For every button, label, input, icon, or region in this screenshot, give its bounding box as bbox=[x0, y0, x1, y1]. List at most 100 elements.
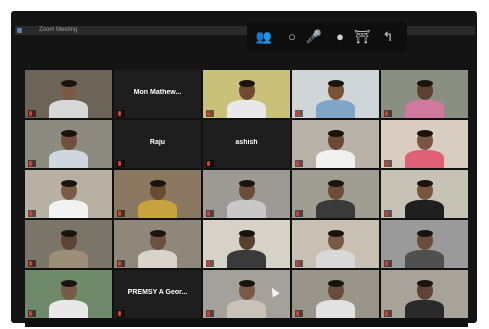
participant-body bbox=[49, 199, 88, 218]
monitor-photo: Zoom Meeting 👥 ○ 🎤 ● ⛩ ↰ Mon Mathew... Raju ash… bbox=[0, 0, 489, 329]
participant-name: Raju bbox=[149, 139, 166, 146]
muted-mic-icon bbox=[296, 261, 299, 266]
participant-tile[interactable]: Raju bbox=[114, 120, 201, 168]
muted-mic-icon bbox=[29, 211, 32, 216]
muted-mic-icon bbox=[118, 311, 121, 316]
record-icon[interactable]: ○ bbox=[281, 28, 303, 46]
participant-tile[interactable]: Mon Mathew... bbox=[114, 70, 201, 118]
muted-mic-icon bbox=[207, 211, 210, 216]
participant-hair bbox=[60, 179, 77, 187]
muted-mic-icon bbox=[296, 161, 299, 166]
muted-mic-icon bbox=[296, 111, 299, 116]
name-label bbox=[384, 110, 392, 117]
participant-hair bbox=[60, 129, 77, 137]
name-label bbox=[28, 260, 36, 267]
participant-tile[interactable] bbox=[381, 270, 468, 318]
participant-body bbox=[227, 199, 266, 218]
window-title: Zoom Meeting bbox=[39, 27, 78, 33]
participant-tile[interactable] bbox=[203, 220, 290, 268]
participant-tile[interactable] bbox=[203, 70, 290, 118]
participant-body bbox=[227, 299, 266, 318]
participant-body bbox=[49, 99, 88, 118]
participant-name: Mon Mathew... bbox=[133, 89, 182, 96]
participant-body bbox=[49, 149, 88, 168]
muted-mic-icon bbox=[118, 161, 121, 166]
participant-body bbox=[227, 249, 266, 268]
name-label bbox=[206, 310, 214, 317]
participant-body bbox=[405, 249, 444, 268]
participant-hair bbox=[149, 229, 166, 237]
name-label bbox=[117, 310, 125, 317]
participant-body bbox=[316, 99, 355, 118]
participant-tile[interactable] bbox=[381, 120, 468, 168]
muted-mic-icon bbox=[385, 311, 388, 316]
participant-hair bbox=[327, 79, 344, 87]
leave-icon[interactable]: ↰ bbox=[377, 28, 399, 46]
participant-tile[interactable] bbox=[292, 170, 379, 218]
name-label bbox=[384, 260, 392, 267]
muted-mic-icon bbox=[385, 111, 388, 116]
name-label bbox=[117, 210, 125, 217]
participant-tile[interactable] bbox=[203, 170, 290, 218]
participant-body bbox=[316, 249, 355, 268]
share-icon[interactable]: ⛩ bbox=[351, 28, 373, 46]
participant-tile[interactable] bbox=[292, 120, 379, 168]
app-icon bbox=[17, 28, 22, 33]
participant-body bbox=[227, 99, 266, 118]
name-label bbox=[117, 260, 125, 267]
participant-hair bbox=[238, 79, 255, 87]
participant-tile[interactable] bbox=[381, 170, 468, 218]
muted-mic-icon bbox=[385, 211, 388, 216]
name-label bbox=[295, 160, 303, 167]
participant-body bbox=[405, 99, 444, 118]
participant-hair bbox=[149, 179, 166, 187]
muted-mic-icon bbox=[385, 161, 388, 166]
participant-hair bbox=[416, 179, 433, 187]
participant-tile[interactable] bbox=[292, 270, 379, 318]
participant-tile[interactable] bbox=[381, 70, 468, 118]
muted-mic-icon bbox=[29, 161, 32, 166]
muted-mic-icon bbox=[118, 261, 121, 266]
participant-tile[interactable] bbox=[114, 170, 201, 218]
participant-hair bbox=[416, 229, 433, 237]
participant-tile[interactable] bbox=[292, 70, 379, 118]
name-label bbox=[384, 210, 392, 217]
muted-mic-icon bbox=[207, 261, 210, 266]
muted-mic-icon bbox=[385, 261, 388, 266]
participant-tile[interactable] bbox=[25, 120, 112, 168]
camera-icon[interactable]: ● bbox=[329, 28, 351, 46]
muted-mic-icon bbox=[118, 111, 121, 116]
participants-icon[interactable]: 👥 bbox=[253, 28, 275, 46]
participant-hair bbox=[60, 229, 77, 237]
participant-hair bbox=[327, 179, 344, 187]
name-label bbox=[28, 160, 36, 167]
name-label bbox=[384, 310, 392, 317]
participant-tile[interactable] bbox=[114, 220, 201, 268]
muted-mic-icon bbox=[207, 311, 210, 316]
participant-tile[interactable] bbox=[25, 270, 112, 318]
name-label bbox=[295, 260, 303, 267]
microphone-icon[interactable]: 🎤 bbox=[303, 28, 325, 46]
name-label bbox=[295, 110, 303, 117]
name-label bbox=[117, 110, 125, 117]
participant-tile[interactable] bbox=[292, 220, 379, 268]
participant-hair bbox=[238, 229, 255, 237]
name-label bbox=[206, 160, 214, 167]
participant-tile[interactable] bbox=[25, 70, 112, 118]
participant-body bbox=[138, 199, 177, 218]
name-label bbox=[384, 160, 392, 167]
participant-hair bbox=[238, 279, 255, 287]
name-label bbox=[206, 110, 214, 117]
participant-body bbox=[316, 299, 355, 318]
name-label bbox=[206, 210, 214, 217]
gallery-view: Mon Mathew... Raju ashish PREMSY A Geor... bbox=[25, 70, 468, 327]
participant-tile[interactable] bbox=[381, 220, 468, 268]
participant-tile[interactable]: PREMSY A Geor... bbox=[114, 270, 201, 318]
participant-tile[interactable] bbox=[25, 170, 112, 218]
participant-tile[interactable]: ashish bbox=[203, 120, 290, 168]
participant-body bbox=[405, 149, 444, 168]
participant-hair bbox=[416, 79, 433, 87]
meeting-toolbar: 👥 ○ 🎤 ● ⛩ ↰ bbox=[247, 22, 407, 52]
participant-tile[interactable] bbox=[25, 220, 112, 268]
name-label bbox=[206, 260, 214, 267]
